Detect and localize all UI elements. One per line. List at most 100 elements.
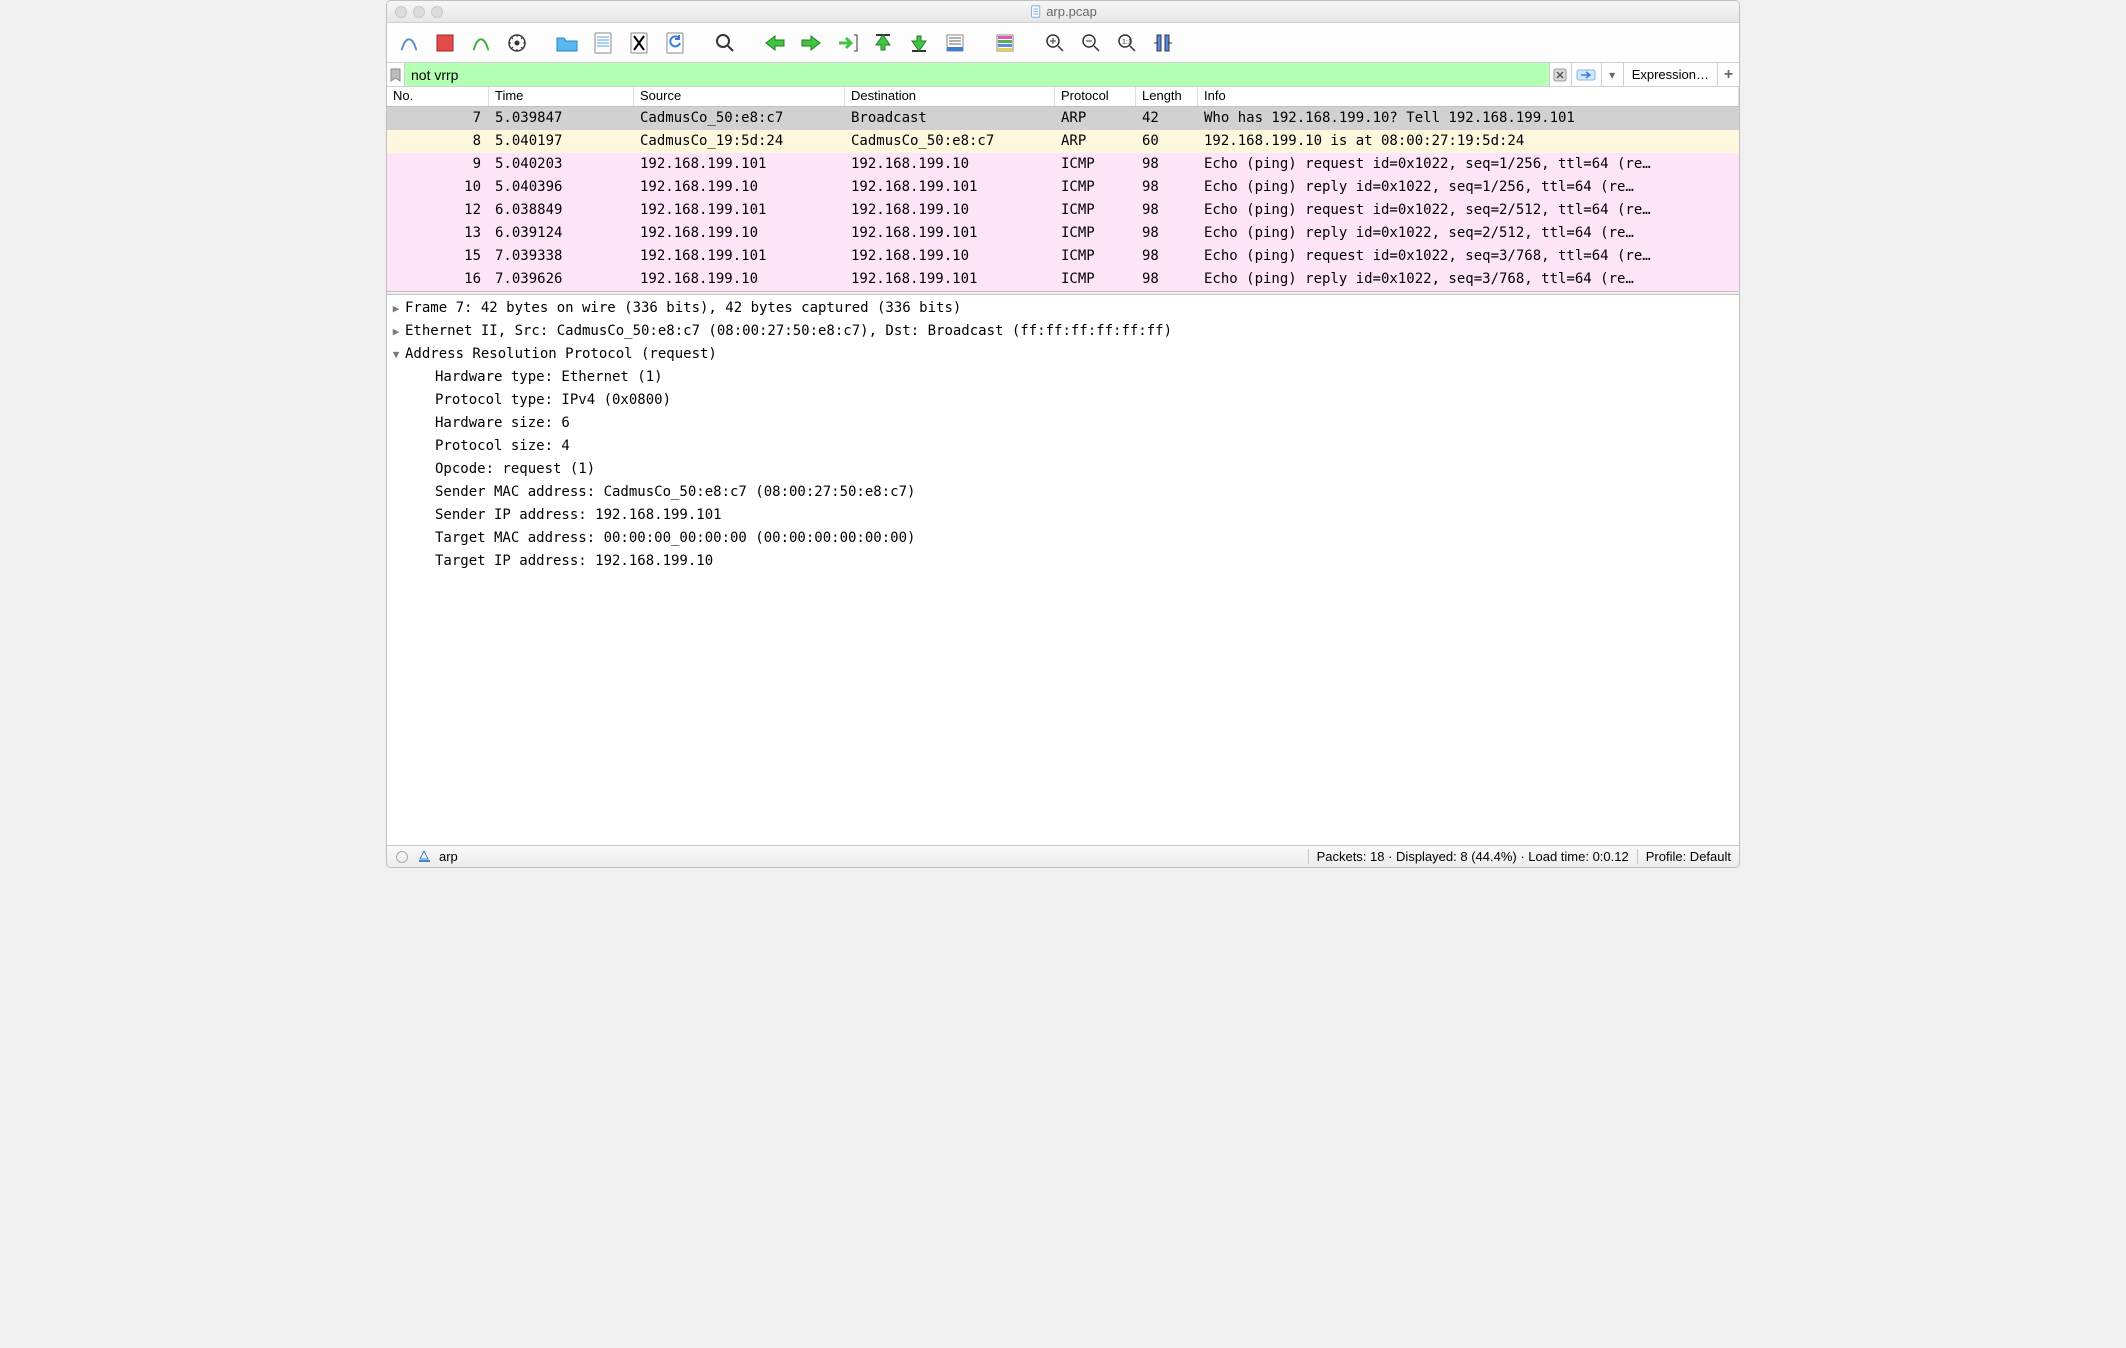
stop-capture-button[interactable] (429, 28, 461, 58)
status-bar: arp Packets: 18 · Displayed: 8 (44.4%) ·… (387, 845, 1739, 867)
zoom-out-button[interactable] (1075, 28, 1107, 58)
close-window-button[interactable] (395, 6, 407, 18)
cell-len: 98 (1136, 199, 1198, 222)
detail-frame: Frame 7: 42 bytes on wire (336 bits), 42… (405, 297, 961, 320)
maximize-window-button[interactable] (431, 6, 443, 18)
detail-field[interactable]: Hardware size: 6 (387, 412, 1739, 435)
detail-field[interactable]: Sender MAC address: CadmusCo_50:e8:c7 (0… (387, 481, 1739, 504)
table-row[interactable]: 136.039124192.168.199.10192.168.199.101I… (387, 222, 1739, 245)
expert-info-icon[interactable] (417, 850, 431, 864)
table-row[interactable]: 167.039626192.168.199.10192.168.199.101I… (387, 268, 1739, 291)
cell-src: 192.168.199.10 (634, 176, 845, 199)
status-summary: Packets: 18 · Displayed: 8 (44.4%) · Loa… (1308, 849, 1637, 864)
col-info[interactable]: Info (1198, 87, 1739, 106)
detail-field[interactable]: Hardware type: Ethernet (1) (387, 366, 1739, 389)
detail-field[interactable]: Sender IP address: 192.168.199.101 (387, 504, 1739, 527)
detail-field[interactable]: Protocol type: IPv4 (0x0800) (387, 389, 1739, 412)
cell-dst: Broadcast (845, 107, 1055, 130)
restart-capture-button[interactable] (465, 28, 497, 58)
filter-bar: ▾ Expression… + (387, 63, 1739, 87)
bookmark-icon[interactable] (387, 63, 405, 86)
cell-dst: 192.168.199.101 (845, 268, 1055, 291)
table-row[interactable]: 157.039338192.168.199.101192.168.199.10I… (387, 245, 1739, 268)
cell-proto: ICMP (1055, 245, 1136, 268)
packet-details[interactable]: ▶Frame 7: 42 bytes on wire (336 bits), 4… (387, 295, 1739, 845)
go-to-packet-button[interactable] (831, 28, 863, 58)
cell-len: 42 (1136, 107, 1198, 130)
cell-proto: ICMP (1055, 222, 1136, 245)
col-time[interactable]: Time (489, 87, 634, 106)
detail-field[interactable]: Target IP address: 192.168.199.10 (387, 550, 1739, 573)
expand-icon[interactable]: ▶ (387, 297, 405, 320)
toolbar: 1:1 (387, 23, 1739, 63)
cell-proto: ICMP (1055, 176, 1136, 199)
minimize-window-button[interactable] (413, 6, 425, 18)
collapse-icon[interactable]: ▼ (387, 343, 405, 366)
expression-button[interactable]: Expression… (1623, 63, 1717, 86)
document-icon (1029, 5, 1042, 18)
cell-time: 5.040203 (489, 153, 634, 176)
table-row[interactable]: 95.040203192.168.199.101192.168.199.10IC… (387, 153, 1739, 176)
cell-time: 5.040197 (489, 130, 634, 153)
table-row[interactable]: 75.039847CadmusCo_50:e8:c7BroadcastARP42… (387, 107, 1739, 130)
go-first-button[interactable] (867, 28, 899, 58)
open-file-button[interactable] (551, 28, 583, 58)
cell-src: 192.168.199.101 (634, 245, 845, 268)
go-back-button[interactable] (759, 28, 791, 58)
colorize-button[interactable] (989, 28, 1021, 58)
detail-field[interactable]: Target MAC address: 00:00:00_00:00:00 (0… (387, 527, 1739, 550)
col-proto[interactable]: Protocol (1055, 87, 1136, 106)
clear-filter-button[interactable] (1549, 63, 1571, 86)
cell-proto: ARP (1055, 107, 1136, 130)
cell-src: CadmusCo_50:e8:c7 (634, 107, 845, 130)
add-filter-button[interactable]: + (1717, 63, 1739, 86)
detail-field[interactable]: Opcode: request (1) (387, 458, 1739, 481)
window-title: arp.pcap (1029, 4, 1097, 19)
cell-time: 7.039338 (489, 245, 634, 268)
table-row[interactable]: 105.040396192.168.199.10192.168.199.101I… (387, 176, 1739, 199)
table-row[interactable]: 85.040197CadmusCo_19:5d:24CadmusCo_50:e8… (387, 130, 1739, 153)
zoom-in-button[interactable] (1039, 28, 1071, 58)
cell-no: 16 (387, 268, 489, 291)
cell-info: Echo (ping) reply id=0x1022, seq=2/512, … (1198, 222, 1739, 245)
go-forward-button[interactable] (795, 28, 827, 58)
status-profile[interactable]: Profile: Default (1637, 849, 1739, 864)
display-filter-input[interactable] (405, 63, 1549, 86)
apply-filter-button[interactable] (1571, 63, 1601, 86)
start-capture-button[interactable] (393, 28, 425, 58)
col-source[interactable]: Source (634, 87, 845, 106)
status-proto: arp (439, 849, 458, 864)
auto-scroll-button[interactable] (939, 28, 971, 58)
cell-len: 98 (1136, 153, 1198, 176)
cell-no: 13 (387, 222, 489, 245)
detail-field[interactable]: Protocol size: 4 (387, 435, 1739, 458)
cell-dst: 192.168.199.101 (845, 176, 1055, 199)
go-last-button[interactable] (903, 28, 935, 58)
filter-history-dropdown[interactable]: ▾ (1601, 63, 1623, 86)
packet-list[interactable]: 75.039847CadmusCo_50:e8:c7BroadcastARP42… (387, 107, 1739, 291)
cell-no: 10 (387, 176, 489, 199)
cell-info: Echo (ping) request id=0x1022, seq=1/256… (1198, 153, 1739, 176)
cell-time: 7.039626 (489, 268, 634, 291)
cell-len: 98 (1136, 222, 1198, 245)
cell-src: 192.168.199.101 (634, 153, 845, 176)
detail-ethernet: Ethernet II, Src: CadmusCo_50:e8:c7 (08:… (405, 320, 1172, 343)
cell-len: 98 (1136, 268, 1198, 291)
cell-info: Echo (ping) request id=0x1022, seq=3/768… (1198, 245, 1739, 268)
window-controls (387, 6, 443, 18)
find-button[interactable] (709, 28, 741, 58)
col-len[interactable]: Length (1136, 87, 1198, 106)
capture-options-button[interactable] (501, 28, 533, 58)
resize-columns-button[interactable] (1147, 28, 1179, 58)
col-no[interactable]: No. (387, 87, 489, 106)
zoom-reset-button[interactable]: 1:1 (1111, 28, 1143, 58)
table-row[interactable]: 126.038849192.168.199.101192.168.199.10I… (387, 199, 1739, 222)
cell-proto: ARP (1055, 130, 1136, 153)
reload-file-button[interactable] (659, 28, 691, 58)
save-file-button[interactable] (587, 28, 619, 58)
col-dest[interactable]: Destination (845, 87, 1055, 106)
cell-len: 98 (1136, 176, 1198, 199)
expand-icon[interactable]: ▶ (387, 320, 405, 343)
cell-time: 5.039847 (489, 107, 634, 130)
close-file-button[interactable] (623, 28, 655, 58)
